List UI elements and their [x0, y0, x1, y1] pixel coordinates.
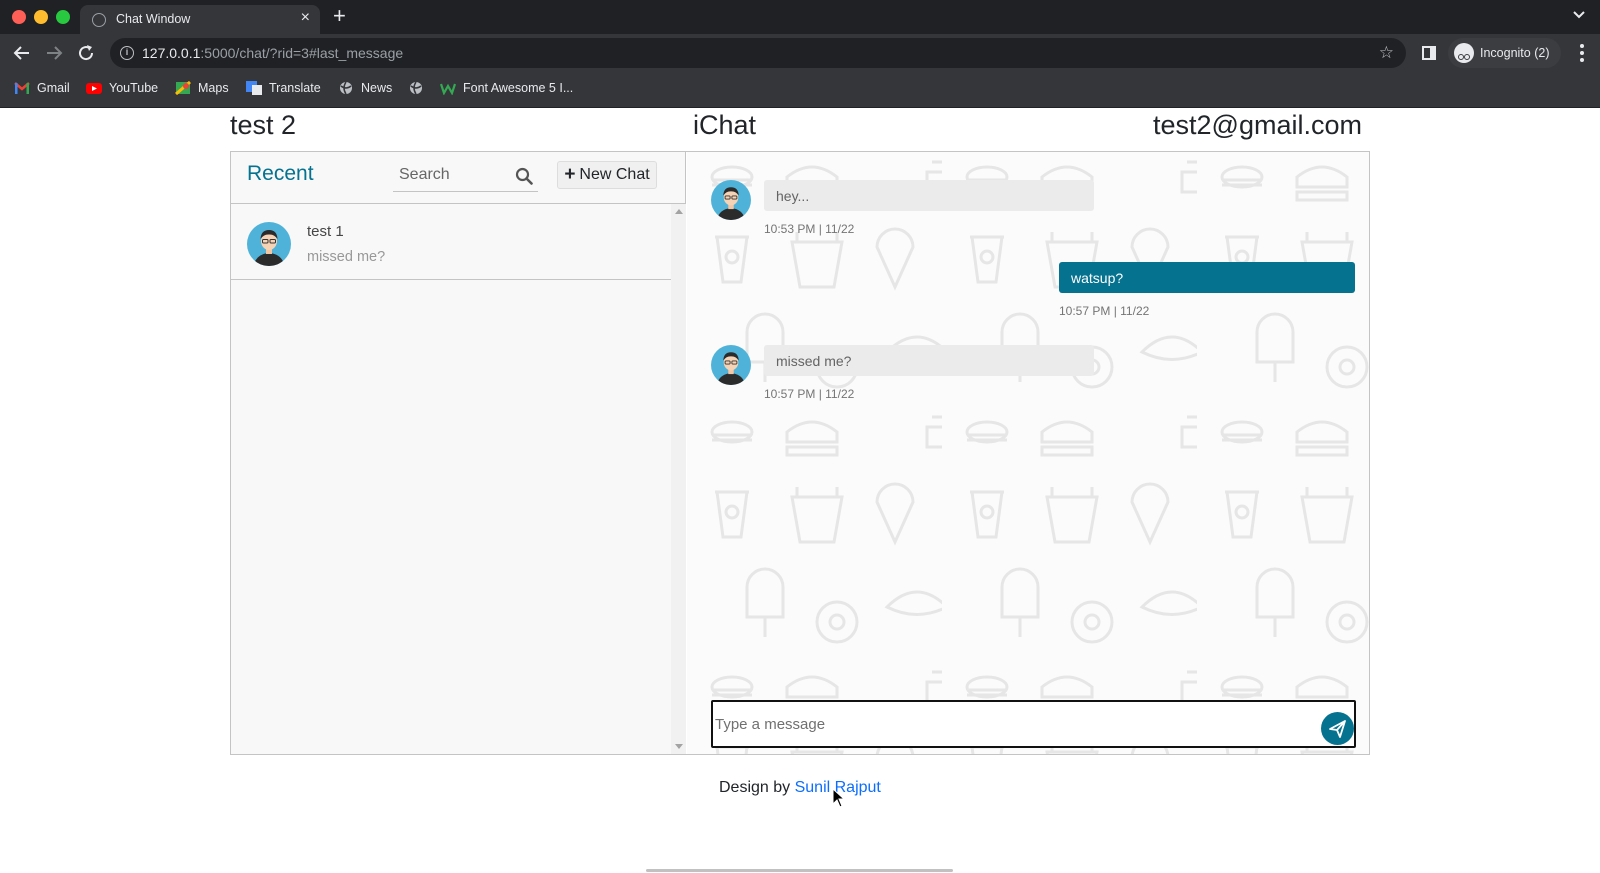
footer-prefix: Design by [719, 779, 795, 796]
tab-close-icon[interactable]: × [301, 8, 310, 28]
globe-icon [92, 13, 106, 27]
app-brand: iChat [693, 110, 757, 140]
message-bubble: missed me? [764, 345, 1094, 376]
tab-search-chevron-icon[interactable] [1572, 8, 1586, 22]
user-avatar [247, 222, 291, 266]
side-panel-icon[interactable] [1422, 46, 1436, 60]
bookmark-font-awesome[interactable]: Font Awesome 5 I... [440, 81, 573, 95]
translate-icon [246, 81, 262, 95]
paper-plane-icon [1329, 720, 1346, 738]
message-composer [711, 700, 1356, 748]
search-bar [393, 160, 538, 192]
message-timestamp: 10:53 PM | 11/22 [764, 222, 855, 236]
youtube-icon [86, 83, 102, 94]
bookmark-gmail[interactable]: Gmail [14, 81, 70, 95]
fontawesome-icon [440, 83, 456, 95]
incognito-icon [1454, 43, 1474, 63]
globe-icon [340, 81, 352, 95]
inbox-header: Recent + New Chat [231, 152, 686, 204]
minimize-window-button[interactable] [34, 10, 48, 24]
sender-avatar [711, 345, 751, 385]
send-button[interactable] [1321, 712, 1354, 745]
close-window-button[interactable] [12, 10, 26, 24]
footer-credit: Design by Sunil Rajput [719, 779, 881, 797]
incognito-profile-button[interactable]: Incognito (2) [1448, 38, 1562, 68]
sender-avatar [711, 180, 751, 220]
maps-icon [175, 81, 191, 95]
site-info-icon[interactable]: i [120, 46, 134, 60]
gmail-icon [14, 82, 30, 94]
message-bubble: hey... [764, 180, 1094, 211]
new-chat-label: New Chat [579, 166, 650, 183]
back-arrow-icon[interactable] [12, 43, 32, 63]
current-username: test 2 [230, 110, 297, 140]
plus-icon: + [564, 164, 576, 185]
address-bar[interactable]: i 127.0.0.1:5000/chat/?rid=3#last_messag… [110, 38, 1406, 68]
search-input[interactable] [393, 160, 508, 190]
messaging-panel: Recent + New Chat [230, 151, 1370, 755]
recent-heading: Recent [247, 162, 314, 185]
bookmark-news[interactable]: News [338, 81, 392, 95]
message-bubble: watsup? [1059, 262, 1355, 293]
search-icon[interactable] [515, 167, 533, 185]
chat-last-message: missed me? [307, 249, 386, 265]
forward-arrow-icon[interactable] [44, 43, 64, 63]
food-doodle-background [687, 152, 1369, 754]
bookmark-youtube[interactable]: YouTube [86, 81, 158, 95]
new-chat-button[interactable]: + New Chat [557, 161, 657, 189]
message-timestamp: 10:57 PM | 11/22 [764, 387, 855, 401]
browser-menu-icon[interactable] [1580, 44, 1584, 62]
inbox-people: Recent + New Chat [231, 152, 686, 754]
browser-tab[interactable]: Chat Window × [80, 5, 320, 34]
bookmark-maps[interactable]: Maps [175, 81, 229, 95]
url-text: 127.0.0.1:5000/chat/?rid=3#last_message [142, 45, 404, 61]
bookmark-translate[interactable]: Translate [246, 81, 321, 95]
chat-list: test 1 missed me? [231, 204, 671, 754]
browser-toolbar: i 127.0.0.1:5000/chat/?rid=3#last_messag… [0, 34, 1600, 72]
message-area: hey... 10:53 PM | 11/22 watsup? 10:57 PM… [687, 152, 1369, 754]
tab-title: Chat Window [116, 12, 191, 26]
reload-icon[interactable] [76, 43, 96, 63]
bookmarks-bar: Gmail YouTube Maps Translate News Font A… [0, 72, 1600, 108]
bookmark-star-icon[interactable]: ☆ [1379, 43, 1394, 63]
chat-contact-name: test 1 [307, 223, 344, 240]
globe-icon [410, 81, 422, 95]
scroll-up-arrow-icon[interactable] [675, 209, 683, 214]
mouse-cursor-icon [832, 788, 846, 808]
inbox-scrollbar[interactable] [671, 204, 686, 754]
current-user-email: test2@gmail.com [1153, 110, 1362, 140]
chat-list-item[interactable]: test 1 missed me? [231, 204, 671, 280]
browser-tabstrip: Chat Window × + [0, 0, 1600, 34]
page-content: test 2 iChat test2@gmail.com Recent + Ne… [0, 108, 1600, 873]
bookmark-globe[interactable] [408, 81, 424, 95]
new-tab-button[interactable]: + [333, 3, 346, 29]
incognito-label: Incognito (2) [1480, 46, 1550, 60]
message-timestamp: 10:57 PM | 11/22 [1059, 304, 1150, 318]
maximize-window-button[interactable] [56, 10, 70, 24]
horizontal-scrollbar-thumb[interactable] [646, 869, 953, 872]
message-input[interactable] [715, 710, 1295, 738]
scroll-down-arrow-icon[interactable] [675, 744, 683, 749]
